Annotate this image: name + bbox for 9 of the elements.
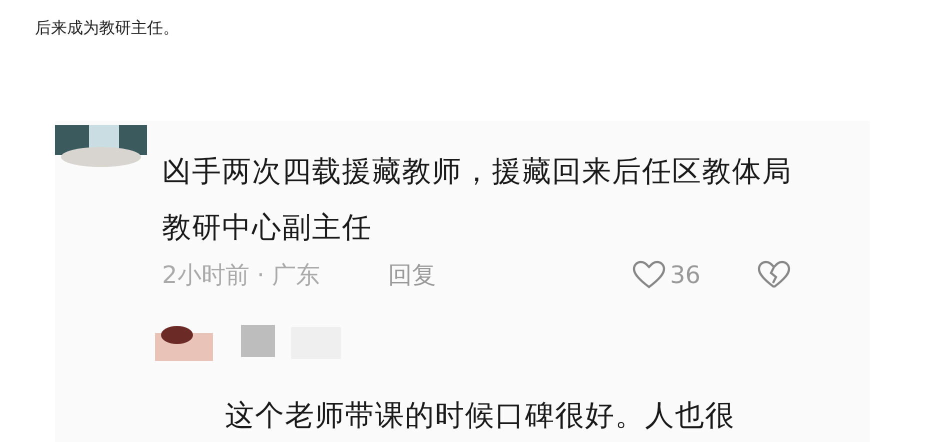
heart-icon[interactable]	[632, 260, 666, 290]
article-text: 后来成为教研主任。	[34, 17, 180, 39]
comment-time-location: 2小时前 · 广东	[162, 260, 322, 291]
avatar	[155, 325, 213, 361]
like-count: 36	[670, 261, 701, 289]
broken-heart-icon[interactable]	[756, 260, 791, 290]
comment-text: 凶手两次四载援藏教师，援藏回来后任区教体局教研中心副主任	[162, 153, 793, 246]
reply-link[interactable]: 回复	[388, 259, 436, 291]
reply-text: 这个老师带课的时候口碑很好。人也很	[225, 397, 736, 434]
